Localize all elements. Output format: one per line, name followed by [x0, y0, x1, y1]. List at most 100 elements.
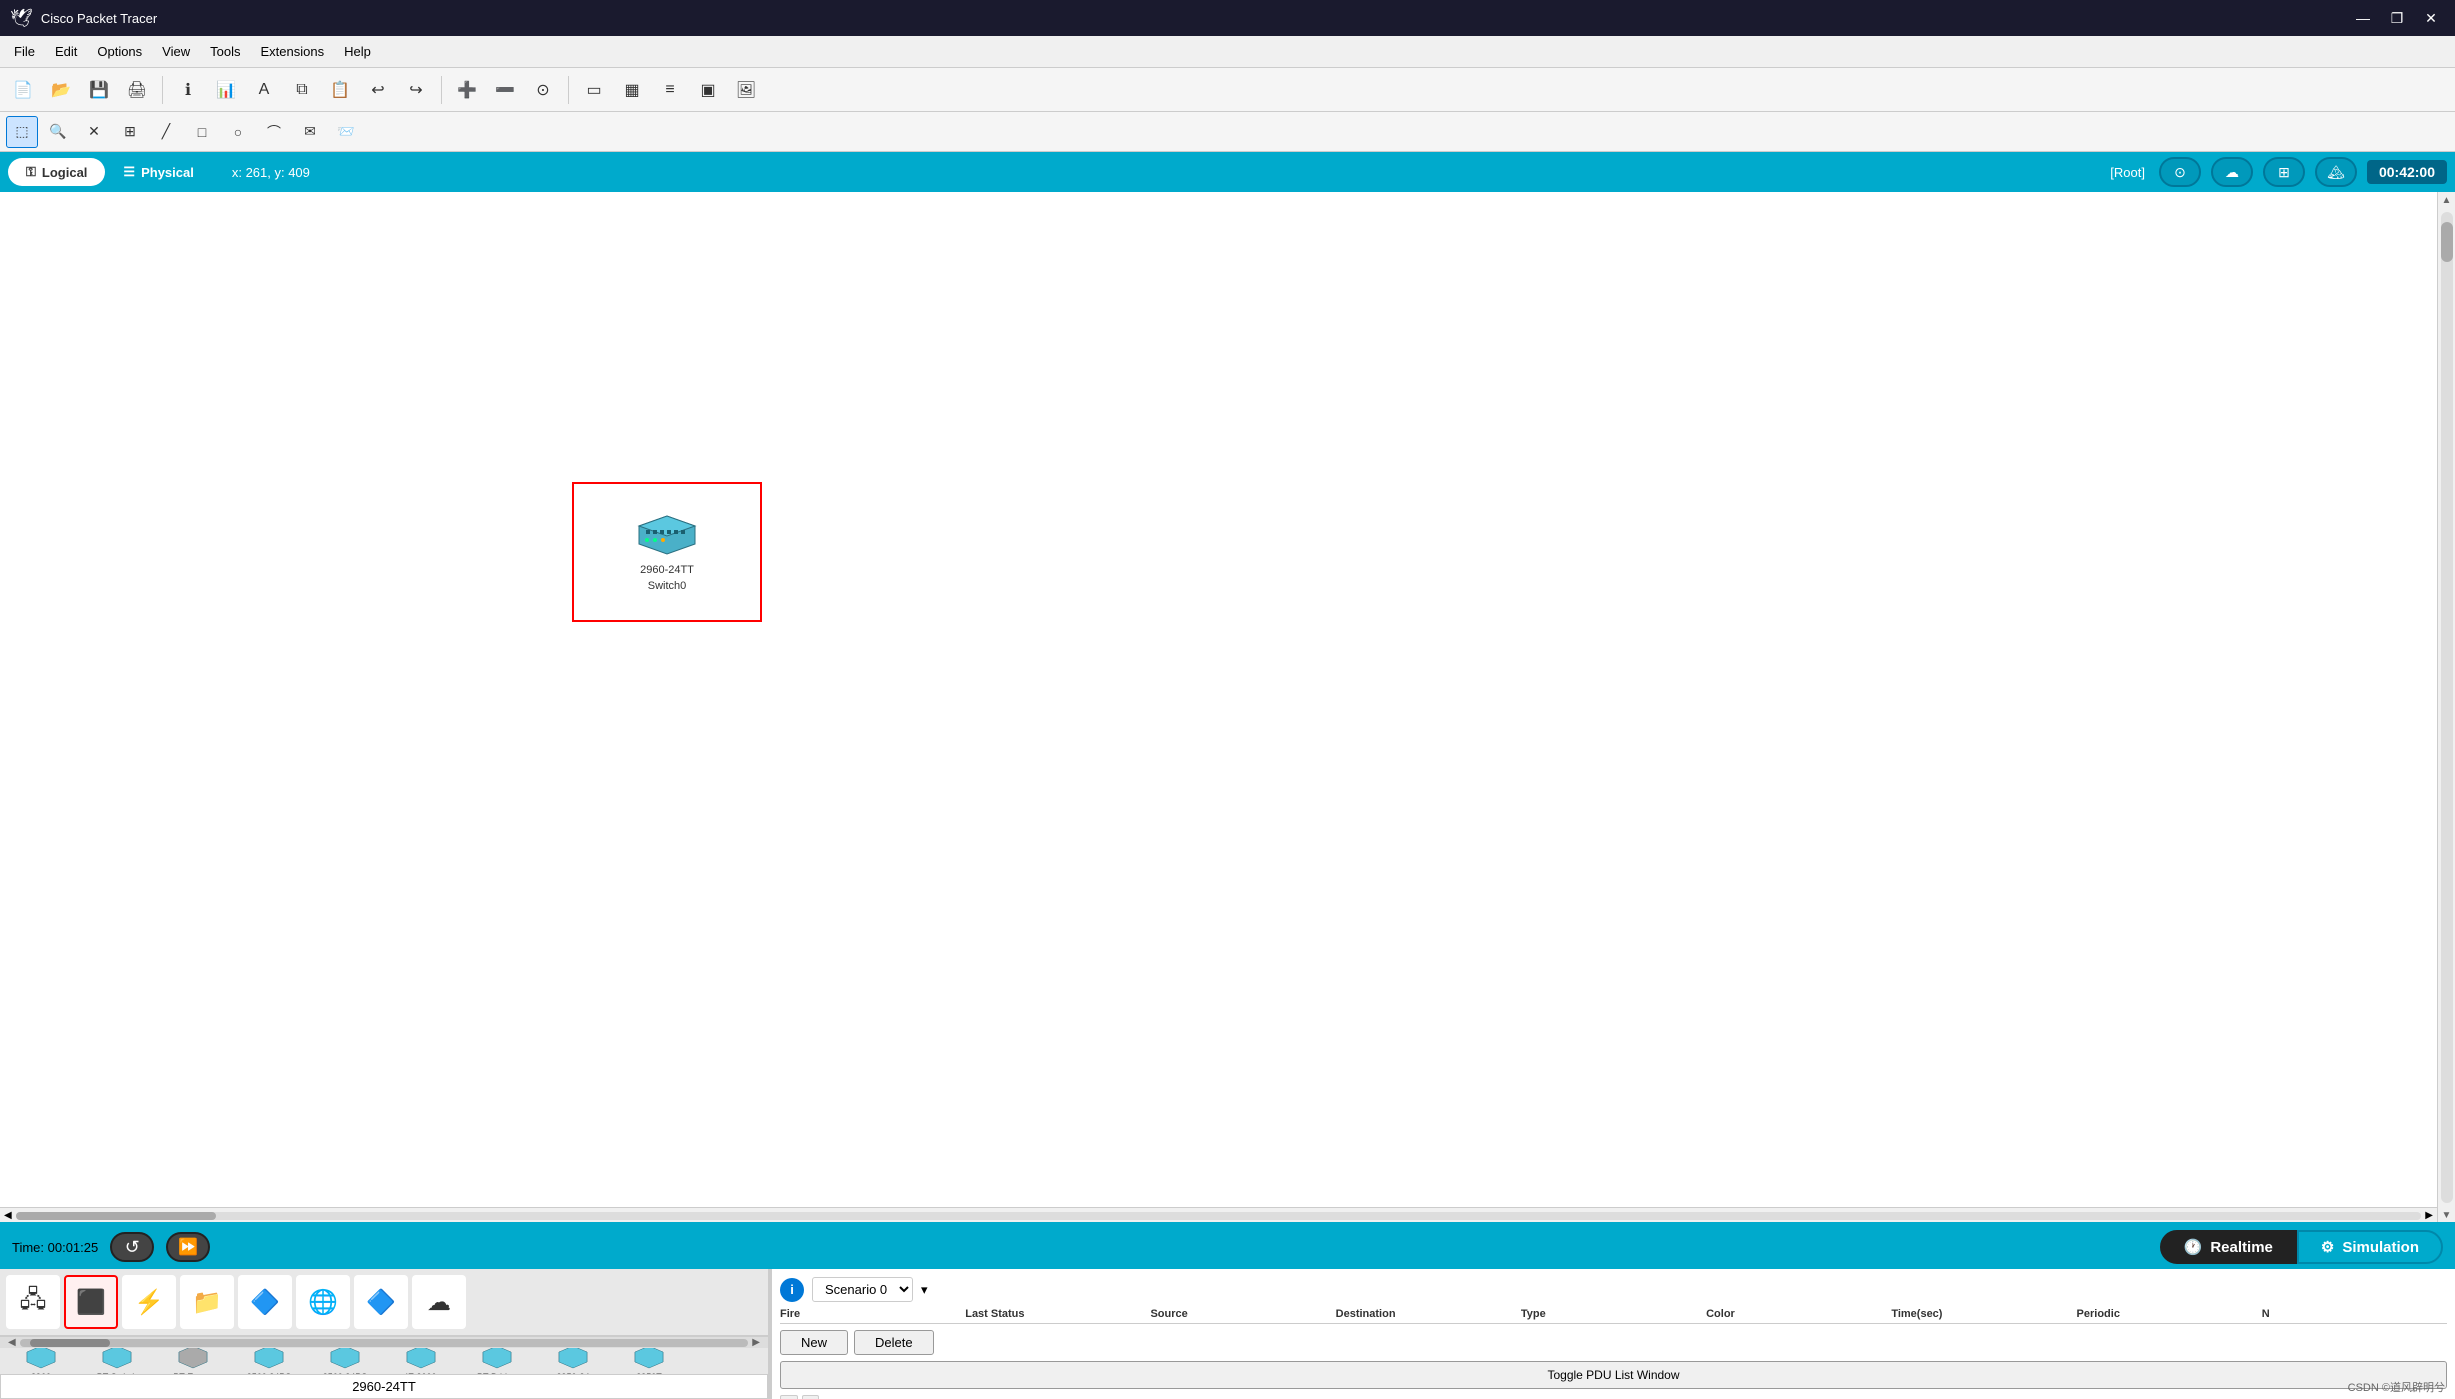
hscroll-right-arrow[interactable]: ▶	[2421, 1210, 2437, 1221]
pdu-col-source: Source	[1150, 1308, 1335, 1320]
palette-device-pt-bridge[interactable]: PT-Bridge	[462, 1348, 532, 1374]
vscroll-down-arrow[interactable]: ▼	[2439, 1207, 2455, 1223]
toggle-pdu-button[interactable]: Toggle PDU List Window	[780, 1361, 2447, 1389]
vscroll-thumb[interactable]	[2441, 222, 2453, 262]
delete-pdu-button[interactable]: Delete	[854, 1330, 934, 1355]
toolbar-text-button[interactable]: A	[247, 73, 281, 107]
drawtool-draw-line-button[interactable]: ╱	[150, 116, 182, 148]
viewport-button-4[interactable]: 🏔	[2315, 157, 2357, 187]
new-pdu-button[interactable]: New	[780, 1330, 848, 1355]
palette-category-security[interactable]: 🔷	[238, 1275, 292, 1329]
palette-device-ie-2000[interactable]: IE 2000	[386, 1348, 456, 1374]
canvas-area[interactable]: 2960-24TT Switch0	[0, 192, 2437, 1207]
toolbar-redo-button[interactable]: ↪	[399, 73, 433, 107]
dev-icon-3560-24ps	[251, 1348, 287, 1372]
toolbar-save-button[interactable]: 💾	[82, 73, 116, 107]
viewport-button-3[interactable]: ⊞	[2263, 157, 2305, 187]
palette-device-2950t[interactable]: 2950T	[614, 1348, 684, 1374]
palette-device-pt-switch[interactable]: PT-Switch	[82, 1348, 152, 1374]
pdu-col-last-status: Last Status	[965, 1308, 1150, 1320]
toolbar-new-button[interactable]: 📄	[6, 73, 40, 107]
palette-device-3560-24ps[interactable]: 3560 24PS	[234, 1348, 304, 1374]
palette-device-2960[interactable]: 2960	[6, 1348, 76, 1374]
drawtool-draw-freeform-button[interactable]: ⌒	[258, 116, 290, 148]
drawtool-delete-button[interactable]: ✕	[78, 116, 110, 148]
maximize-button[interactable]: ❐	[2383, 4, 2411, 32]
reset-button[interactable]: ↺	[110, 1232, 154, 1262]
toolbar-open-button[interactable]: 📂	[44, 73, 78, 107]
menu-item-file[interactable]: File	[4, 40, 45, 63]
toolbar-copy-button[interactable]: ⧉	[285, 73, 319, 107]
drawtool-resize-button[interactable]: ⊞	[114, 116, 146, 148]
drawtool-draw-rect-button[interactable]: □	[186, 116, 218, 148]
menu-item-help[interactable]: Help	[334, 40, 381, 63]
tab-logical[interactable]: ⚿ Logical	[8, 158, 105, 186]
toolbar-media-button[interactable]: 🖼	[729, 73, 763, 107]
pdu-nav-right[interactable]: ›	[802, 1395, 820, 1399]
canvas-hscroll[interactable]: ◀ ▶	[0, 1207, 2437, 1223]
toolbar-info-button[interactable]: ℹ	[171, 73, 205, 107]
device-name-label: Switch0	[648, 580, 687, 592]
palette-category-switches[interactable]: ⬛	[64, 1275, 118, 1329]
drawtool-draw-ellipse-button[interactable]: ○	[222, 116, 254, 148]
menu-item-options[interactable]: Options	[87, 40, 152, 63]
palette-categories: 🖧⬛⚡📁🔷🌐🔷☁	[0, 1269, 768, 1336]
menu-item-view[interactable]: View	[152, 40, 200, 63]
tab-physical[interactable]: ☰ Physical	[105, 158, 211, 186]
drawtool-search-button[interactable]: 🔍	[42, 116, 74, 148]
vscroll-track[interactable]	[2441, 212, 2453, 1203]
dev-icon-2960	[23, 1348, 59, 1372]
palette-category-wireless[interactable]: 📁	[180, 1275, 234, 1329]
palette-hscroll[interactable]: ◀ ▶	[0, 1336, 768, 1348]
mode-buttons: 🕐 Realtime ⚙ Simulation	[2160, 1230, 2443, 1264]
drawtool-select-button[interactable]: ⬚	[6, 116, 38, 148]
toolbar-palette-button[interactable]: ▦	[615, 73, 649, 107]
time-display: 00:42:00	[2367, 160, 2447, 184]
drawtoolbar: ⬚🔍✕⊞╱□○⌒✉📨	[0, 112, 2455, 152]
toolbar-barcode-button[interactable]: ≡	[653, 73, 687, 107]
toolbar-paste-button[interactable]: 📋	[323, 73, 357, 107]
toolbar-zoom-out-button[interactable]: ➖	[488, 73, 522, 107]
menu-item-tools[interactable]: Tools	[200, 40, 250, 63]
toolbar-server-button[interactable]: ▣	[691, 73, 725, 107]
vscroll-up-arrow[interactable]: ▲	[2439, 192, 2455, 208]
toolbar-network-info-button[interactable]: 📊	[209, 73, 243, 107]
palette-category-wan[interactable]: 🌐	[296, 1275, 350, 1329]
palette-device-2950-24[interactable]: 2950-24	[538, 1348, 608, 1374]
device-switch0[interactable]: 2960-24TT Switch0	[572, 482, 762, 622]
realtime-button[interactable]: 🕐 Realtime	[2160, 1230, 2297, 1264]
palette-category-multi[interactable]: ☁	[412, 1275, 466, 1329]
toolbar-undo-button[interactable]: ↩	[361, 73, 395, 107]
pdu-nav-left[interactable]: ‹	[780, 1395, 798, 1399]
toolbar-print-button[interactable]: 🖨	[120, 73, 154, 107]
minimize-button[interactable]: —	[2349, 4, 2377, 32]
viewport-button-2[interactable]: ☁	[2211, 157, 2253, 187]
viewport-button-1[interactable]: ⊙	[2159, 157, 2201, 187]
toolbar-zoom-reset-button[interactable]: ⊙	[526, 73, 560, 107]
scenario-select[interactable]: Scenario 0 Scenario 1	[812, 1277, 913, 1302]
simulation-button[interactable]: ⚙ Simulation	[2297, 1230, 2443, 1264]
canvas-vscroll[interactable]: ▲ ▼	[2437, 192, 2455, 1223]
palette-hscroll-left[interactable]: ◀	[4, 1337, 20, 1348]
drawtool-email-open-button[interactable]: 📨	[330, 116, 362, 148]
play-forward-button[interactable]: ⏩	[166, 1232, 210, 1262]
palette-device-3560-24ps-2[interactable]: 3560 24PS	[310, 1348, 380, 1374]
palette-category-custom[interactable]: 🔷	[354, 1275, 408, 1329]
tabbar: ⚿ Logical ☰ Physical x: 261, y: 409 [Roo…	[0, 152, 2455, 192]
info-icon[interactable]: i	[780, 1278, 804, 1302]
titlebar-title: Cisco Packet Tracer	[41, 11, 157, 26]
toolbar-custom-viewport-button[interactable]: ▭	[577, 73, 611, 107]
palette-category-routers[interactable]: 🖧	[6, 1275, 60, 1329]
palette-device-pt-empty[interactable]: PT-Empty	[158, 1348, 228, 1374]
menu-item-edit[interactable]: Edit	[45, 40, 87, 63]
palette-hscroll-right[interactable]: ▶	[748, 1337, 764, 1348]
hscroll-left-arrow[interactable]: ◀	[0, 1210, 16, 1221]
drawtool-email-button[interactable]: ✉	[294, 116, 326, 148]
palette-hscroll-track[interactable]	[20, 1339, 749, 1347]
reset-icon: ↺	[125, 1237, 140, 1258]
palette-category-hubs[interactable]: ⚡	[122, 1275, 176, 1329]
close-button[interactable]: ✕	[2417, 4, 2445, 32]
palette-hscroll-thumb[interactable]	[30, 1339, 110, 1347]
toolbar-zoom-in-button[interactable]: ➕	[450, 73, 484, 107]
menu-item-extensions[interactable]: Extensions	[250, 40, 334, 63]
